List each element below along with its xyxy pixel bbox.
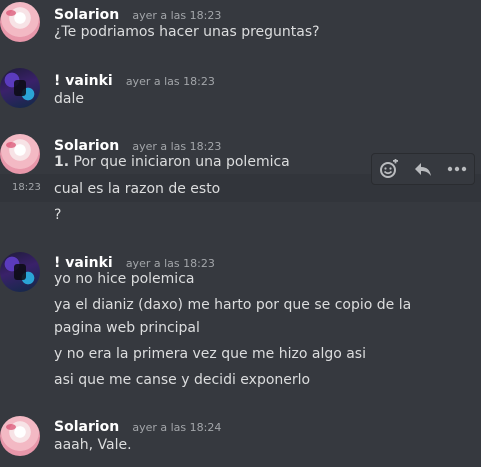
timestamp: ayer a las 18:23 <box>125 257 215 270</box>
message-header: Solarion ayer a las 18:23 <box>54 4 221 23</box>
message-text: dale <box>54 91 84 107</box>
reply-button[interactable] <box>409 156 437 182</box>
more-button[interactable] <box>443 156 471 182</box>
add-reaction-button[interactable] <box>375 156 403 182</box>
message-text: aaah, Vale. <box>54 437 132 453</box>
username[interactable]: ! vainki <box>54 73 113 89</box>
username[interactable]: ! vainki <box>54 255 113 271</box>
avatar[interactable] <box>0 416 40 456</box>
reply-icon <box>415 163 431 176</box>
message-text: pagina web principal <box>54 320 200 336</box>
avatar[interactable] <box>0 134 40 174</box>
avatar[interactable] <box>0 252 40 292</box>
timestamp: ayer a las 18:23 <box>132 140 222 153</box>
add-reaction-icon <box>380 159 398 178</box>
message-text: yo no hice polemica <box>54 271 195 287</box>
message-text: cual es la razon de esto <box>54 181 221 197</box>
message-text: ¿Te podriamos hacer unas preguntas? <box>54 24 320 40</box>
message-header: ! vainki ayer a las 18:23 <box>54 70 215 89</box>
message-list-item: 1. Por que iniciaron una polemica <box>54 154 290 170</box>
hover-timestamp: 18:23 <box>12 182 41 193</box>
message-actions-toolbar <box>371 153 475 185</box>
avatar[interactable] <box>0 68 40 108</box>
message-text: ya el dianiz (daxo) me harto por que se … <box>54 297 412 313</box>
message-header: ! vainki ayer a las 18:23 <box>54 252 215 271</box>
message-text: Por que iniciaron una polemica <box>73 154 290 170</box>
timestamp: ayer a las 18:24 <box>132 421 222 434</box>
message-header: Solarion ayer a las 18:24 <box>54 416 221 435</box>
list-number: 1. <box>54 154 70 170</box>
more-icon <box>447 166 467 172</box>
username[interactable]: Solarion <box>54 138 119 154</box>
timestamp: ayer a las 18:23 <box>132 9 222 22</box>
message-text: y no era la primera vez que me hizo algo… <box>54 346 366 362</box>
message-header: Solarion ayer a las 18:23 <box>54 135 221 154</box>
message-text: ? <box>54 207 62 223</box>
username[interactable]: Solarion <box>54 419 119 435</box>
message-text: asi que me canse y decidi exponerlo <box>54 372 311 388</box>
timestamp: ayer a las 18:23 <box>125 75 215 88</box>
username[interactable]: Solarion <box>54 7 119 23</box>
avatar[interactable] <box>0 2 40 42</box>
